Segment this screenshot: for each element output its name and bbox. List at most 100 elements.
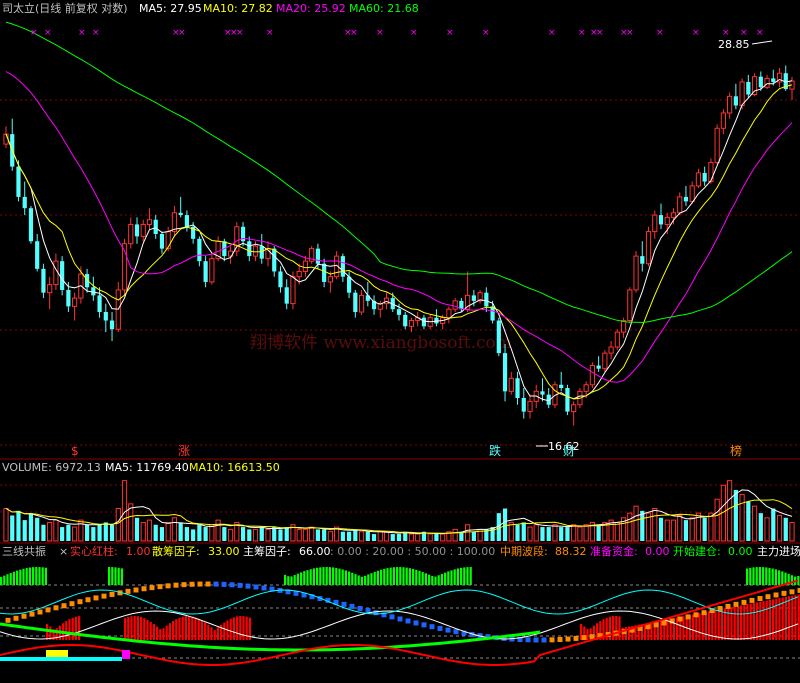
indicator-red-bar (794, 595, 797, 640)
candle-body (559, 384, 564, 389)
signal-x-mark: × (236, 28, 244, 38)
close-icon[interactable]: × (59, 545, 68, 558)
indicator-red-bar (762, 601, 765, 640)
signal-x-mark: × (722, 28, 730, 38)
top-signal-marks: × × × × ×× ××× × ×× × × × × × × ×× ×× × × × × × (30, 28, 764, 38)
candle-body (683, 196, 689, 202)
candle-body (508, 377, 514, 392)
candle (683, 185, 689, 206)
indicator-red-bar (136, 616, 139, 640)
indicator-red-bar (704, 611, 707, 640)
indicator-red-bar (752, 602, 755, 640)
volume-bar (346, 531, 352, 541)
indicator-green-bar (319, 567, 322, 585)
wave-marker (557, 637, 563, 643)
indicator-red-bar (162, 628, 165, 640)
candle-body (97, 295, 102, 313)
indicator-red-bar (207, 624, 210, 640)
indicator-green-bar (3, 575, 6, 585)
signal-x-mark: × (626, 28, 634, 38)
solid-red-label: 实心红柱: (70, 544, 118, 558)
indicator-green-bar (421, 572, 424, 585)
wave-marker (45, 607, 51, 613)
signal-x-mark: × (350, 28, 358, 38)
candle (727, 92, 733, 119)
volume-bar (53, 519, 59, 542)
candle (159, 231, 165, 254)
volume-bar (546, 527, 551, 541)
wave-marker (237, 582, 243, 588)
prep-value: 0.00 (645, 545, 670, 558)
volume-bar (35, 517, 40, 541)
indicator-green-bar (16, 570, 19, 585)
indicator-red-bar (210, 627, 213, 640)
mid-value: 88.32 (555, 545, 587, 558)
volume-bar (751, 505, 758, 542)
candle (16, 160, 21, 202)
candle-body (322, 263, 327, 282)
wave-marker (189, 581, 195, 587)
signal-x-mark: × (578, 28, 586, 38)
signal-x-mark: × (548, 28, 556, 38)
candle (259, 233, 264, 264)
wave-marker (749, 597, 755, 603)
candle-body (247, 241, 252, 257)
candle-body (583, 384, 589, 392)
indicator-red-bar (181, 616, 184, 640)
indicator-green-bar (380, 569, 383, 585)
volume-bar (22, 520, 27, 541)
indicator-red-bar (666, 619, 669, 640)
marker-dollar: $ (71, 444, 79, 458)
indicator-green-bar (120, 568, 123, 585)
indicator-green-bar (290, 576, 293, 585)
candle (484, 287, 489, 313)
high-price-label: 28.85 (718, 38, 750, 51)
indicator-panel (0, 567, 800, 666)
candle (720, 109, 726, 135)
candle-body (72, 297, 78, 307)
candle-body (602, 352, 608, 370)
candle-body (41, 268, 46, 293)
indicator-green-bar (25, 568, 28, 585)
indicator-red-bar (692, 614, 695, 640)
signal-x-mark: × (92, 28, 100, 38)
indicator-green-bar (300, 572, 303, 585)
wave-marker (549, 637, 555, 643)
indicator-green-bar (778, 570, 781, 585)
legend-volume: VOLUME: 6972.13 (2, 461, 101, 474)
wave-marker (421, 622, 427, 628)
candle (596, 356, 601, 372)
candle-body (727, 95, 733, 114)
wave-marker (685, 614, 691, 620)
indicator-red-bar (720, 608, 723, 640)
volume-bar (577, 526, 583, 542)
wave-marker (221, 581, 227, 587)
indicator-green-bar (408, 568, 411, 585)
candle-body (664, 216, 670, 225)
candle-body (708, 161, 714, 183)
indicator-red-bar (242, 616, 245, 640)
candle (358, 289, 365, 315)
candle-body (421, 317, 427, 327)
volume-bar (159, 527, 165, 541)
candle-body (408, 320, 415, 327)
candle-body (197, 238, 202, 262)
indicator-green-bar (344, 570, 347, 585)
indicator-red-bar (615, 616, 618, 640)
indicator-red-bar (791, 595, 794, 640)
candle-body (702, 172, 707, 182)
volume-bar (315, 529, 321, 541)
candle (197, 236, 202, 267)
candle (134, 217, 140, 244)
volume-bar (153, 524, 158, 541)
stock-chart[interactable]: 翔博软件 www.xiangbosoft.com × × × × × × × × × × × × × × ×… (0, 0, 800, 683)
indicator-red-bar (695, 613, 698, 640)
volume-bar (184, 527, 190, 541)
volume-bar (284, 527, 289, 541)
volume-bar (353, 529, 358, 541)
wave-marker (789, 589, 795, 595)
candle-body (571, 404, 577, 413)
indicator-red-bar (143, 618, 146, 640)
signal-x-mark: × (376, 28, 384, 38)
indicator-red-bar (191, 616, 194, 640)
